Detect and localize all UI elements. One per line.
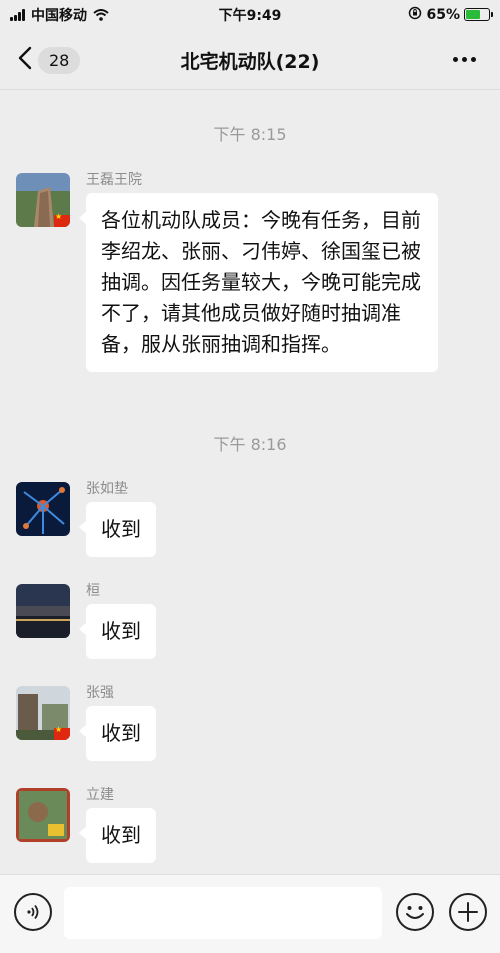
voice-icon[interactable] — [14, 893, 52, 931]
battery-fill — [466, 10, 480, 19]
avatar[interactable] — [16, 173, 70, 227]
chat-title: 北宅机动队(22) — [180, 51, 320, 73]
orientation-lock-icon — [408, 5, 422, 24]
sender-name: 张如垫 — [86, 481, 128, 497]
emoji-icon[interactable] — [396, 893, 434, 931]
status-bar: 中国移动 下午9:49 65% — [0, 0, 500, 30]
message-input[interactable] — [64, 887, 382, 939]
input-bar — [0, 874, 500, 953]
flag-icon — [54, 212, 70, 227]
message-bubble[interactable]: 收到 — [79, 502, 156, 557]
chat-header: 28 北宅机动队(22) — [0, 30, 500, 90]
avatar[interactable] — [16, 584, 70, 638]
sender-name: 张强 — [86, 685, 114, 701]
sender-name: 立建 — [86, 787, 114, 803]
message-bubble[interactable]: 收到 — [79, 808, 156, 863]
message-bubble[interactable]: 各位机动队成员：今晚有任务，目前李绍龙、张丽、刁伟婷、徐国玺已被抽调。因任务量较… — [79, 193, 438, 372]
avatar[interactable] — [16, 788, 70, 842]
flag-icon — [54, 725, 70, 740]
sender-name: 桓 — [86, 583, 100, 599]
message-bubble[interactable]: 收到 — [79, 604, 156, 659]
timestamp: 下午 8:15 — [213, 125, 287, 144]
sender-name: 王磊王院 — [86, 172, 142, 188]
plus-icon[interactable] — [449, 893, 487, 931]
more-dots-icon[interactable] — [449, 57, 476, 62]
message-list[interactable]: 下午 8:15 王磊王院 各位机动队成员：今晚有任务，目前李绍龙、张丽、刁伟婷、… — [0, 91, 500, 874]
battery-percent: 65% — [426, 6, 460, 23]
message-bubble[interactable]: 收到 — [79, 706, 156, 761]
avatar[interactable] — [16, 482, 70, 536]
battery-icon — [464, 8, 493, 21]
avatar[interactable] — [16, 686, 70, 740]
timestamp: 下午 8:16 — [213, 435, 287, 454]
status-right: 65% — [408, 5, 493, 24]
